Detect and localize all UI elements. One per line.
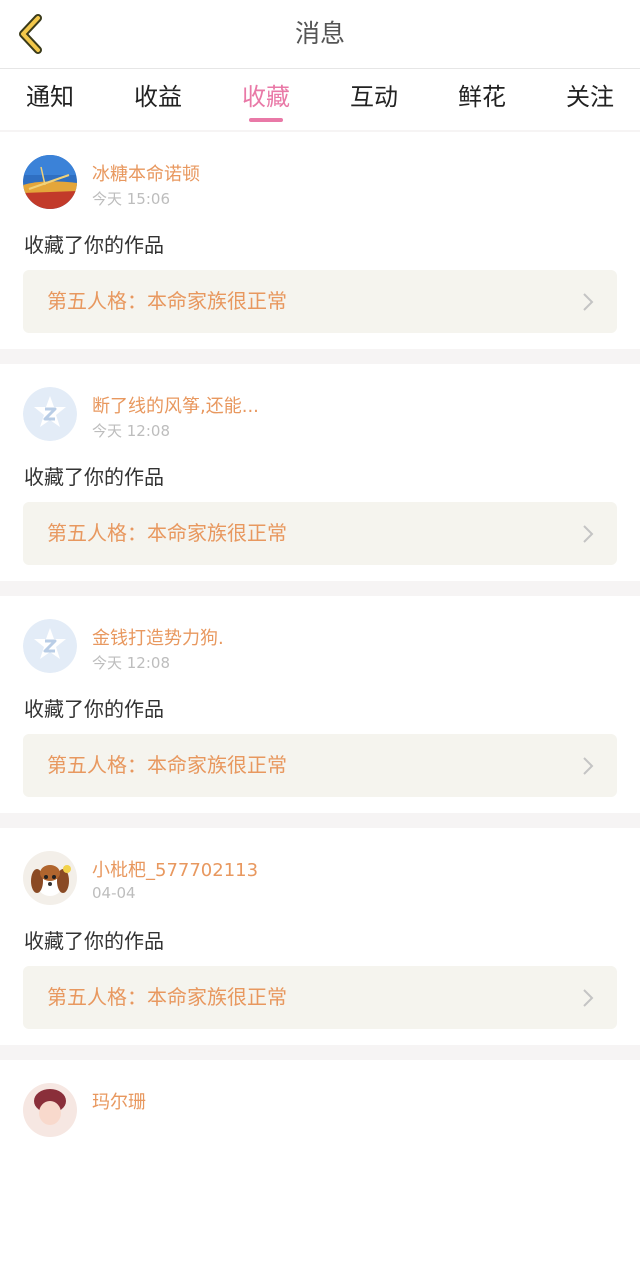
chevron-right-icon [583, 989, 594, 1007]
avatar[interactable] [23, 619, 77, 673]
list-item: 小枇杷_577702113 04-04 收藏了你的作品 第五人格：本命家族很正常 [0, 828, 640, 1045]
tab-bar: 通知 收益 收藏 互动 鲜花 关注 [0, 69, 640, 130]
avatar[interactable] [23, 1083, 77, 1137]
username[interactable]: 断了线的风筝,还能... [92, 392, 259, 418]
timestamp: 04-04 [92, 884, 136, 902]
list-item: 冰糖本命诺顿 今天 15:06 收藏了你的作品 第五人格：本命家族很正常 [0, 132, 640, 349]
timestamp: 今天 12:08 [92, 422, 170, 440]
action-text: 收藏了你的作品 [24, 929, 164, 953]
work-title: 第五人格：本命家族很正常 [47, 521, 287, 545]
work-link[interactable]: 第五人格：本命家族很正常 [23, 502, 617, 565]
tab-notice[interactable]: 通知 [0, 69, 104, 130]
list-item: 金钱打造势力狗. 今天 12:08 收藏了你的作品 第五人格：本命家族很正常 [0, 596, 640, 813]
chevron-right-icon [583, 293, 594, 311]
action-text: 收藏了你的作品 [24, 465, 164, 489]
work-link[interactable]: 第五人格：本命家族很正常 [23, 966, 617, 1029]
chevron-right-icon [583, 525, 594, 543]
list-item: 断了线的风筝,还能... 今天 12:08 收藏了你的作品 第五人格：本命家族很… [0, 364, 640, 581]
tab-favorites-label: 收藏 [242, 83, 290, 111]
work-title: 第五人格：本命家族很正常 [47, 985, 287, 1009]
landscape-avatar-icon [23, 155, 77, 209]
tab-flowers[interactable]: 鲜花 [428, 69, 536, 130]
tab-interaction[interactable]: 互动 [320, 69, 428, 130]
tab-earnings[interactable]: 收益 [104, 69, 212, 130]
tab-favorites[interactable]: 收藏 [212, 69, 320, 130]
work-title: 第五人格：本命家族很正常 [47, 753, 287, 777]
timestamp: 今天 15:06 [92, 190, 170, 208]
work-link[interactable]: 第五人格：本命家族很正常 [23, 734, 617, 797]
dog-avatar-icon [23, 851, 77, 905]
username[interactable]: 小枇杷_577702113 [92, 856, 258, 882]
avatar[interactable] [23, 155, 77, 209]
header-bar: 消息 [0, 0, 640, 69]
work-title: 第五人格：本命家族很正常 [47, 289, 287, 313]
avatar[interactable] [23, 387, 77, 441]
work-link[interactable]: 第五人格：本命家族很正常 [23, 270, 617, 333]
username[interactable]: 冰糖本命诺顿 [92, 160, 200, 186]
timestamp: 今天 12:08 [92, 654, 170, 672]
username[interactable]: 玛尔珊 [92, 1088, 146, 1114]
page-title: 消息 [294, 19, 345, 48]
chevron-right-icon [583, 757, 594, 775]
girl-avatar-icon [23, 1083, 77, 1137]
active-tab-indicator [249, 118, 283, 122]
action-text: 收藏了你的作品 [24, 233, 164, 257]
avatar[interactable] [23, 851, 77, 905]
action-text: 收藏了你的作品 [24, 697, 164, 721]
username[interactable]: 金钱打造势力狗. [92, 624, 224, 650]
default-avatar-icon [23, 387, 77, 441]
tab-follow[interactable]: 关注 [536, 69, 640, 130]
default-avatar-icon [23, 619, 77, 673]
list-item: 玛尔珊 [0, 1060, 640, 1277]
